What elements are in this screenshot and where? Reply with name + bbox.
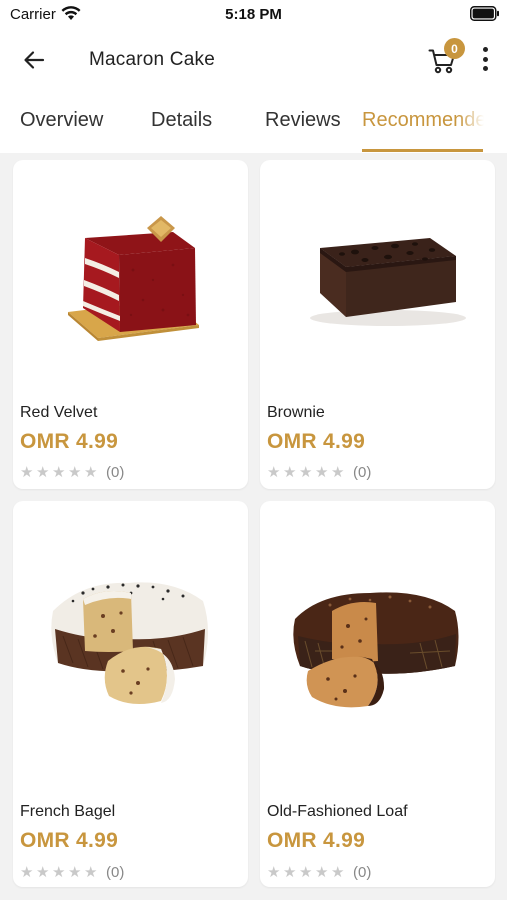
product-rating: ★ ★ ★ ★ ★ (0) bbox=[20, 863, 124, 881]
star-empty-icon: ★ bbox=[331, 463, 345, 481]
status-bar: Carrier 5:18 PM bbox=[0, 0, 507, 28]
more-vertical-icon bbox=[482, 47, 488, 52]
page-title: Macaron Cake bbox=[89, 49, 215, 70]
product-image-red-velvet bbox=[68, 216, 199, 341]
star-empty-icon: ★ bbox=[20, 863, 34, 881]
product-image-french-bagel bbox=[51, 582, 209, 705]
product-card-red-velvet[interactable]: Red Velvet OMR 4.99 ★ ★ ★ ★ ★ (0) bbox=[13, 160, 248, 489]
product-rating: ★ ★ ★ ★ ★ (0) bbox=[267, 863, 371, 881]
star-empty-icon: ★ bbox=[36, 863, 50, 881]
star-empty-icon: ★ bbox=[267, 463, 281, 481]
product-card-french-bagel[interactable]: French Bagel OMR 4.99 ★ ★ ★ ★ ★ (0) bbox=[13, 501, 248, 887]
product-name: Red Velvet bbox=[20, 404, 98, 421]
app-bar: Macaron Cake 0 bbox=[0, 30, 507, 90]
star-empty-icon: ★ bbox=[315, 463, 329, 481]
more-vertical-icon-dot bbox=[482, 66, 488, 71]
product-price: OMR 4.99 bbox=[267, 829, 366, 852]
star-empty-icon: ★ bbox=[283, 863, 297, 881]
product-price: OMR 4.99 bbox=[20, 430, 119, 453]
star-empty-icon: ★ bbox=[68, 463, 82, 481]
review-count: (0) bbox=[353, 463, 372, 481]
tab-details[interactable]: Details bbox=[151, 100, 212, 152]
tab-label-fade bbox=[458, 100, 484, 152]
product-card-old-fashioned-loaf[interactable]: Old-Fashioned Loaf OMR 4.99 ★ ★ ★ ★ ★ (0… bbox=[260, 501, 495, 887]
tab-bar: Overview Details Reviews Recommended bbox=[0, 100, 507, 152]
product-card-brownie[interactable]: Brownie OMR 4.99 ★ ★ ★ ★ ★ (0) bbox=[260, 160, 495, 489]
star-empty-icon: ★ bbox=[267, 863, 281, 881]
star-empty-icon: ★ bbox=[20, 463, 34, 481]
tab-overview[interactable]: Overview bbox=[20, 100, 103, 152]
star-empty-icon: ★ bbox=[299, 863, 313, 881]
star-empty-icon: ★ bbox=[68, 863, 82, 881]
star-empty-icon: ★ bbox=[331, 863, 345, 881]
cart-count-badge: 0 bbox=[444, 38, 465, 59]
review-count: (0) bbox=[106, 463, 125, 481]
star-empty-icon: ★ bbox=[36, 463, 50, 481]
tab-reviews[interactable]: Reviews bbox=[265, 100, 341, 152]
product-price: OMR 4.99 bbox=[20, 829, 119, 852]
star-empty-icon: ★ bbox=[52, 863, 66, 881]
star-empty-icon: ★ bbox=[299, 463, 313, 481]
more-vertical-icon-dot bbox=[482, 56, 488, 62]
status-time: 5:18 PM bbox=[225, 6, 282, 23]
back-button[interactable] bbox=[16, 42, 52, 78]
product-name: French Bagel bbox=[20, 803, 116, 820]
more-options-button[interactable] bbox=[474, 44, 496, 74]
product-image-brownie bbox=[310, 238, 466, 326]
tab-recommended[interactable]: Recommended bbox=[362, 100, 484, 152]
cart-button[interactable]: 0 bbox=[424, 38, 465, 78]
product-rating: ★ ★ ★ ★ ★ (0) bbox=[267, 463, 371, 481]
arrow-left-icon bbox=[24, 51, 45, 69]
product-name: Brownie bbox=[267, 404, 325, 421]
review-count: (0) bbox=[106, 863, 125, 881]
review-count: (0) bbox=[353, 863, 372, 881]
product-price: OMR 4.99 bbox=[267, 430, 366, 453]
star-empty-icon: ★ bbox=[84, 463, 98, 481]
star-empty-icon: ★ bbox=[283, 463, 297, 481]
star-empty-icon: ★ bbox=[315, 863, 329, 881]
star-empty-icon: ★ bbox=[84, 863, 98, 881]
battery-icon bbox=[470, 6, 499, 21]
product-name: Old-Fashioned Loaf bbox=[267, 803, 408, 820]
star-empty-icon: ★ bbox=[52, 463, 66, 481]
active-tab-indicator bbox=[362, 149, 483, 152]
product-image-old-fashioned-loaf bbox=[293, 592, 459, 708]
product-rating: ★ ★ ★ ★ ★ (0) bbox=[20, 463, 124, 481]
